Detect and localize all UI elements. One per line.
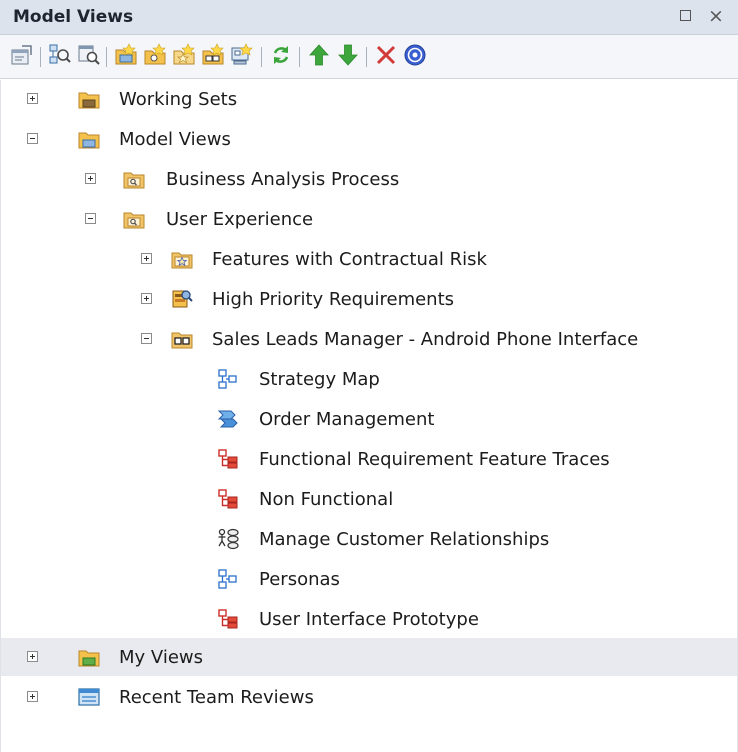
new-favorites-icon: [173, 43, 195, 65]
tree-item-label: Business Analysis Process: [166, 169, 400, 190]
tree-item-model-views[interactable]: Model Views: [1, 120, 737, 158]
tree-item-label: User Experience: [166, 209, 314, 230]
collapse-icon[interactable]: [141, 333, 152, 344]
my-views-folder-icon: [78, 650, 100, 667]
tree-item-order-management[interactable]: Order Management: [1, 400, 737, 438]
refresh-button[interactable]: [268, 42, 294, 68]
tree-item-label: Model Views: [119, 129, 231, 150]
find-in-diagram-button[interactable]: [47, 42, 73, 68]
strategy-diagram-icon: [218, 369, 237, 389]
search-folder-icon: [123, 212, 145, 229]
slideshow-folder-icon: [171, 332, 193, 349]
new-view-folder-button[interactable]: [113, 42, 139, 68]
restore-button[interactable]: [677, 5, 697, 27]
tree-item-label: Recent Team Reviews: [119, 687, 314, 708]
find-in-diagram-icon: [49, 44, 71, 64]
find-in-browser-button[interactable]: [76, 42, 102, 68]
tree-item-user-experience[interactable]: User Experience: [1, 200, 737, 238]
help-button[interactable]: [402, 42, 428, 68]
properties-button[interactable]: [9, 42, 35, 68]
model-views-folder-icon: [78, 132, 100, 149]
tree-item-high-priority-requirements[interactable]: High Priority Requirements: [1, 280, 737, 318]
expand-icon[interactable]: [27, 651, 38, 662]
expand-icon[interactable]: [141, 253, 152, 264]
new-view-folder-icon: [115, 43, 137, 65]
close-button[interactable]: ×: [706, 5, 726, 27]
expand-icon[interactable]: [141, 293, 152, 304]
tree-item-label: Features with Contractual Risk: [212, 249, 487, 270]
toolbar-separator: [366, 47, 367, 67]
model-views-window: Model Views × Working Sets Model Views B…: [0, 0, 738, 752]
favorites-folder-icon: [171, 252, 193, 269]
tree-item-label: Order Management: [259, 409, 435, 430]
tree-item-features-with-contractual-risk[interactable]: Features with Contractual Risk: [1, 240, 737, 278]
strategy-diagram-icon: [218, 569, 237, 589]
toolbar-separator: [261, 47, 262, 67]
expand-icon[interactable]: [85, 173, 96, 184]
collapse-icon[interactable]: [85, 213, 96, 224]
tree-item-sales-leads-manager[interactable]: Sales Leads Manager - Android Phone Inte…: [1, 320, 737, 358]
help-icon: [404, 44, 426, 66]
window-title: Model Views: [13, 7, 134, 27]
move-up-button[interactable]: [306, 42, 332, 68]
expand-icon[interactable]: [27, 691, 38, 702]
tree-item-label: Strategy Map: [259, 369, 380, 390]
new-diagram-link-icon: [231, 43, 253, 65]
tree-item-business-analysis-process[interactable]: Business Analysis Process: [1, 160, 737, 198]
tree-item-user-interface-prototype[interactable]: User Interface Prototype: [1, 600, 737, 638]
tree-item-label: User Interface Prototype: [259, 609, 479, 630]
tree-item-label: Functional Requirement Feature Traces: [259, 449, 610, 470]
team-reviews-icon: [78, 688, 100, 706]
working-sets-folder-icon: [78, 92, 100, 109]
move-down-icon: [338, 44, 358, 66]
tree-item-functional-requirement-feature-traces[interactable]: Functional Requirement Feature Traces: [1, 440, 737, 478]
requirements-diagram-icon: [218, 449, 238, 469]
requirements-diagram-icon: [218, 609, 238, 629]
collapse-icon[interactable]: [27, 133, 38, 144]
delete-button[interactable]: [373, 42, 399, 68]
toolbar-separator: [106, 47, 107, 67]
tree-item-strategy-map[interactable]: Strategy Map: [1, 360, 737, 398]
tree-item-label: Non Functional: [259, 489, 394, 510]
process-diagram-icon: [217, 410, 238, 428]
new-slideshow-icon: [202, 43, 224, 65]
restore-icon: [680, 10, 691, 21]
toolbar-separator: [299, 47, 300, 67]
properties-icon: [11, 45, 32, 65]
tree-item-manage-customer-relationships[interactable]: Manage Customer Relationships: [1, 520, 737, 558]
new-search-view-button[interactable]: [142, 42, 168, 68]
toolbar-separator: [40, 47, 41, 67]
tree-item-label: Working Sets: [119, 89, 238, 110]
tree-item-recent-team-reviews[interactable]: Recent Team Reviews: [1, 678, 737, 716]
tree-item-personas[interactable]: Personas: [1, 560, 737, 598]
use-case-diagram-icon: [218, 528, 239, 550]
search-folder-icon: [123, 172, 145, 189]
refresh-icon: [273, 46, 289, 64]
delete-icon: [376, 45, 396, 65]
tree-item-label: Personas: [259, 569, 340, 590]
new-slideshow-button[interactable]: [200, 42, 226, 68]
tree-item-label: Manage Customer Relationships: [259, 529, 550, 550]
tree-item-non-functional[interactable]: Non Functional: [1, 480, 737, 518]
toolbar: [0, 35, 738, 79]
new-favorites-button[interactable]: [171, 42, 197, 68]
tree-item-label: My Views: [119, 647, 203, 668]
tree-item-working-sets[interactable]: Working Sets: [1, 80, 737, 118]
model-views-tree: Working Sets Model Views Business Analys…: [0, 80, 738, 752]
move-up-icon: [309, 44, 329, 66]
tree-item-my-views[interactable]: My Views: [1, 638, 737, 676]
requirements-diagram-icon: [218, 489, 238, 509]
tree-item-label: Sales Leads Manager - Android Phone Inte…: [212, 329, 639, 350]
tree-item-label: High Priority Requirements: [212, 289, 455, 310]
find-in-browser-icon: [78, 45, 100, 65]
new-search-view-icon: [144, 43, 166, 65]
search-view-icon: [172, 290, 193, 308]
move-down-button[interactable]: [335, 42, 361, 68]
expand-icon[interactable]: [27, 93, 38, 104]
new-diagram-link-button[interactable]: [229, 42, 255, 68]
title-bar: Model Views ×: [0, 0, 738, 35]
